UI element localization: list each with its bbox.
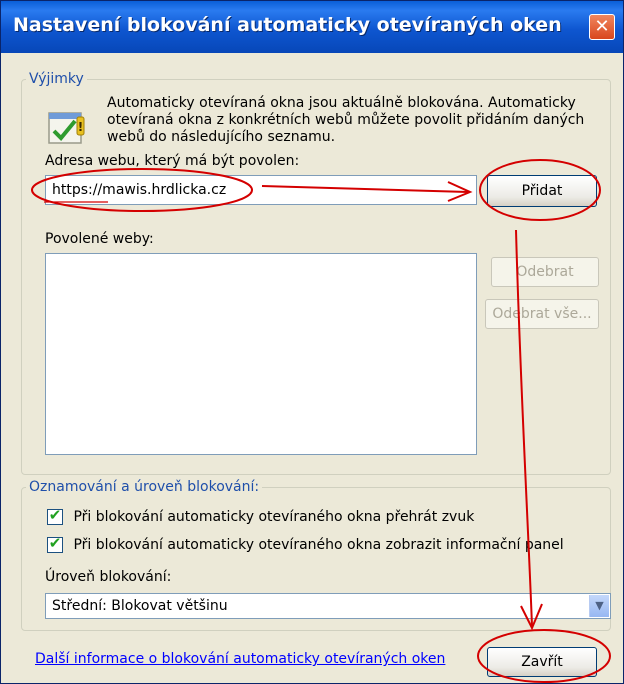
blocking-level-value: Střední: Blokovat většinu bbox=[52, 598, 228, 614]
allowed-sites-list[interactable] bbox=[45, 253, 477, 455]
play-sound-checkbox[interactable]: ✔ bbox=[47, 506, 63, 525]
blocking-level-select[interactable]: Střední: Blokovat většinu ▼ bbox=[45, 593, 611, 619]
remove-all-button[interactable]: Odebrat vše... bbox=[485, 299, 599, 329]
notification-legend: Oznamování a úroveň blokování: bbox=[29, 479, 260, 495]
show-info-bar-option[interactable]: ✔ Při blokování automaticky otevíraného … bbox=[47, 534, 564, 557]
show-info-bar-label: Při blokování automaticky otevíraného ok… bbox=[73, 537, 564, 553]
website-address-input[interactable] bbox=[45, 175, 477, 205]
popup-blocker-settings-dialog: Nastavení blokování automaticky otevíran… bbox=[0, 0, 624, 684]
address-label: Adresa webu, který má být povolen: bbox=[45, 153, 300, 169]
svg-text:!: ! bbox=[78, 120, 83, 134]
exceptions-info-text: Automaticky otevíraná okna jsou aktuálně… bbox=[107, 95, 585, 145]
play-sound-option[interactable]: ✔ Při blokování automaticky otevíraného … bbox=[47, 506, 475, 529]
shield-check-icon: ! bbox=[48, 112, 85, 144]
play-sound-label: Při blokování automaticky otevíraného ok… bbox=[73, 509, 475, 525]
remove-button[interactable]: Odebrat bbox=[491, 257, 599, 287]
chevron-down-icon[interactable]: ▼ bbox=[589, 595, 609, 617]
show-info-bar-checkbox[interactable]: ✔ bbox=[47, 534, 63, 553]
allowed-sites-label: Povolené weby: bbox=[45, 231, 154, 247]
close-icon[interactable]: ✕ bbox=[589, 14, 615, 40]
exceptions-legend: Výjimky bbox=[29, 71, 84, 87]
more-info-link[interactable]: Další informace o blokování automaticky … bbox=[35, 651, 445, 667]
title-bar[interactable]: Nastavení blokování automaticky otevíran… bbox=[1, 1, 623, 53]
add-button[interactable]: Přidat bbox=[487, 175, 597, 207]
blocking-level-label: Úroveň blokování: bbox=[45, 569, 172, 585]
window-title: Nastavení blokování automaticky otevíran… bbox=[13, 14, 562, 36]
close-button[interactable]: Zavřít bbox=[487, 647, 597, 677]
